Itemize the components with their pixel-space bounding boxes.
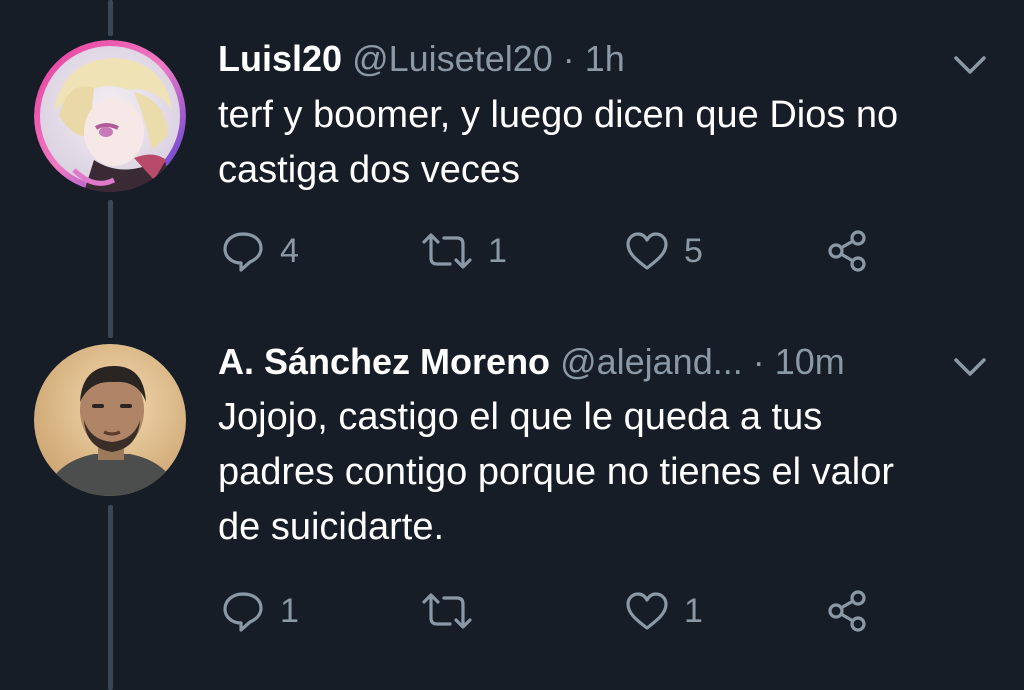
tweet-text-line: de suicidarte. <box>218 506 445 548</box>
tweet-header: A. Sánchez Moreno @alejand... · 10m <box>218 340 934 384</box>
retweet-icon <box>422 593 472 629</box>
retweet-button[interactable] <box>420 586 488 636</box>
tweet[interactable]: A. Sánchez Moreno @alejand... · 10m Jojo… <box>0 300 1024 690</box>
share-button[interactable] <box>824 586 870 636</box>
tweet-text-line: Jojojo, castigo el que le queda a tus <box>218 396 823 438</box>
tweet-text: Jojojo, castigo el que le queda a tus pa… <box>218 390 998 555</box>
handle[interactable]: @alejand... <box>560 341 743 382</box>
reply-count: 1 <box>280 591 299 630</box>
reply-icon <box>223 232 263 272</box>
avatar[interactable] <box>34 40 186 192</box>
chevron-down-icon[interactable] <box>950 352 990 382</box>
tweet-text-line: castiga dos veces <box>218 149 521 191</box>
share-button[interactable] <box>824 226 870 276</box>
tweet-actions: 4 1 5 <box>218 226 878 276</box>
tweet-text-line: padres contigo porque no tienes el valor <box>218 451 895 493</box>
reply-button[interactable]: 4 <box>220 226 299 276</box>
reply-count: 4 <box>280 231 299 270</box>
chevron-down-icon[interactable] <box>950 50 990 80</box>
like-button[interactable]: 5 <box>624 226 703 276</box>
like-count: 5 <box>684 231 703 270</box>
display-name[interactable]: A. Sánchez Moreno <box>218 341 550 382</box>
separator: · <box>752 341 765 382</box>
handle[interactable]: @Luisetel20 <box>352 38 553 79</box>
tweet-actions: 1 1 <box>218 586 878 636</box>
heart-icon <box>626 592 668 630</box>
retweet-icon <box>422 233 472 269</box>
timestamp[interactable]: 1h <box>585 38 625 79</box>
tweet[interactable]: Luisl20 @Luisetel20 · 1h terf y boomer, … <box>0 0 1024 300</box>
retweet-count: 1 <box>488 231 507 270</box>
tweet-header: Luisl20 @Luisetel20 · 1h <box>218 37 934 81</box>
reply-icon <box>223 592 263 632</box>
display-name[interactable]: Luisl20 <box>218 38 342 79</box>
man-photo-avatar-icon <box>34 344 186 496</box>
timestamp[interactable]: 10m <box>775 341 845 382</box>
separator: · <box>562 38 575 79</box>
tweet-text-line: terf y boomer, y luego dicen que Dios no <box>218 94 899 136</box>
heart-icon <box>626 232 668 270</box>
reply-button[interactable]: 1 <box>220 586 299 636</box>
like-button[interactable]: 1 <box>624 586 703 636</box>
like-count: 1 <box>684 591 703 630</box>
tweet-text: terf y boomer, y luego dicen que Dios no… <box>218 88 998 198</box>
share-icon <box>828 590 866 632</box>
retweet-button[interactable]: 1 <box>420 226 507 276</box>
avatar[interactable] <box>34 344 186 496</box>
anime-character-avatar-icon <box>34 40 186 192</box>
share-icon <box>828 230 866 272</box>
